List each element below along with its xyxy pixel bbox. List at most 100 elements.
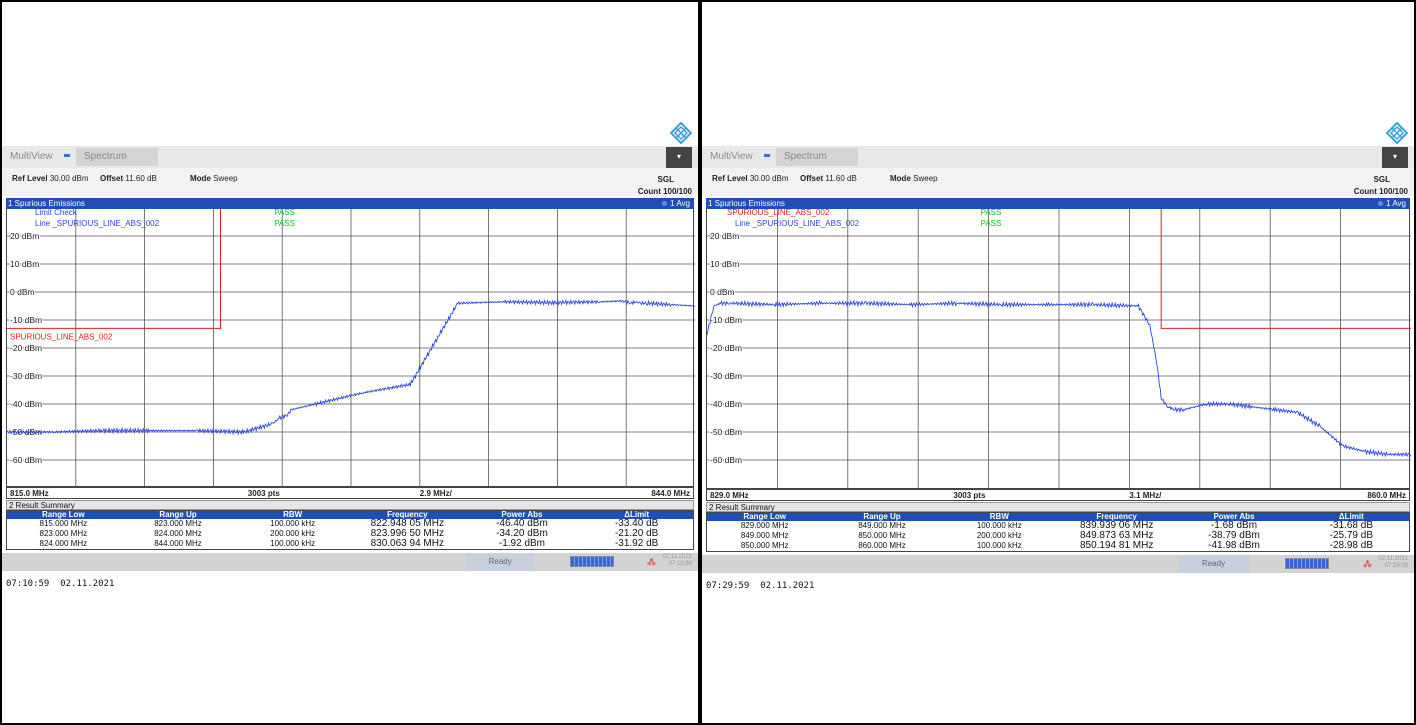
x-axis-footer: 815.0 MHz 3003 pts 2.9 MHz/844.0 MHz: [6, 487, 694, 499]
legend-pass-status: PASS: [981, 209, 1002, 217]
settings-info-bar: Ref Level 30.00 dBm Offset 11.60 dB Mode S…: [702, 168, 1414, 196]
y-tick-label: -10 dBm: [710, 315, 742, 325]
y-tick-label: -60 dBm: [710, 455, 742, 465]
rohde-schwarz-logo-icon: [669, 121, 693, 145]
rohde-schwarz-logo-icon: [1385, 121, 1409, 145]
capture-timestamp: 07:29:59 02.11.2021: [706, 581, 815, 591]
avg-label: 1 Avg: [1386, 199, 1406, 208]
legend-entry: Line _SPURIOUS_LINE_ABS_002: [735, 219, 860, 228]
legend-pass-status: PASS: [274, 219, 295, 228]
spectrum-plot[interactable]: 20 dBm 10 dBm 0 dBm -10 dBm -20 dBm -30 dBm -4…: [706, 209, 1411, 489]
result-summary-frame: [6, 510, 694, 550]
offset-value: 11.60 dB: [125, 174, 157, 183]
progress-bar: [1284, 558, 1329, 569]
x-start-label: 815.0 MHz: [10, 489, 49, 498]
tab-bar: MultiView Spectrum ▾: [2, 146, 698, 169]
single-sweep-indicator: SGL: [1373, 175, 1390, 184]
ref-level[interactable]: Ref Level 30.00 dBm: [712, 174, 789, 183]
sweep-count: Count 100/100: [1353, 187, 1408, 196]
window-title: 1 Spurious Emissions: [8, 199, 85, 208]
tab-spectrum[interactable]: Spectrum: [76, 148, 158, 166]
status-bar: Ready ⁂ 02.11.2021 07:10:59: [2, 553, 698, 571]
settings-info-bar: Ref Level 30.00 dBm Offset 11.60 dB Mode S…: [2, 168, 698, 196]
tab-bar: MultiView Spectrum ▾: [702, 146, 1414, 169]
spectrum-plot[interactable]: 20 dBm 10 dBm 0 dBm -10 dBm -20 dBm -30 dBm -4…: [6, 209, 695, 487]
panel-left: MultiView Spectrum ▾ Ref Level 30.00 dBm Off…: [2, 2, 698, 723]
window-title-bar[interactable]: 1 Spurious Emissions 1 Avg: [706, 198, 1410, 209]
status-datetime: 02.11.2021 07:29:59: [1378, 556, 1408, 570]
sweep-mode[interactable]: Mode Sweep: [890, 174, 938, 183]
menu-dropdown-button[interactable]: ▾: [666, 147, 692, 169]
y-tick-label: 0 dBm: [710, 287, 735, 297]
y-tick-label: 10 dBm: [10, 259, 39, 269]
tab-spectrum[interactable]: Spectrum: [776, 148, 858, 166]
y-tick-label: 20 dBm: [710, 231, 739, 241]
ref-level[interactable]: Ref Level 30.00 dBm: [12, 174, 89, 183]
y-tick-label: 20 dBm: [10, 231, 39, 241]
window-title-bar[interactable]: 1 Spurious Emissions 1 Avg: [6, 198, 694, 209]
status-bar: Ready ⁂ 02.11.2021 07:29:59: [702, 555, 1414, 573]
mode-label: Mode: [190, 174, 211, 183]
legend-pass-status: PASS: [274, 209, 295, 217]
sweep-mode[interactable]: Mode Sweep: [190, 174, 238, 183]
span-per-div-label: 2.9 MHz/: [419, 489, 452, 498]
progress-bar: [570, 556, 615, 567]
tab-multiview[interactable]: MultiView: [10, 151, 53, 162]
legend-entry: Limit Check: [35, 209, 78, 217]
limit-line-label: SPURIOUS_LINE_ABS_002: [10, 332, 113, 341]
result-summary-title: 2 Result Summary: [709, 503, 775, 512]
trace-avg-indicator: 1 Avg: [1378, 198, 1406, 209]
y-tick-label: -40 dBm: [10, 399, 42, 409]
avg-label: 1 Avg: [670, 199, 690, 208]
x-start-label: 829.0 MHz: [710, 491, 749, 500]
status-datetime: 02.11.2021 07:10:59: [662, 554, 692, 568]
status-date: 02.11.2021: [1378, 556, 1408, 562]
points-label: 3003 pts: [953, 491, 986, 500]
y-tick-label: 10 dBm: [710, 259, 739, 269]
result-summary-title: 2 Result Summary: [9, 501, 75, 510]
warning-icon[interactable]: ⁂: [647, 557, 656, 568]
tab-indicator-icon: [764, 154, 770, 157]
y-tick-label: -40 dBm: [710, 399, 742, 409]
y-tick-label: 0 dBm: [10, 287, 35, 297]
capture-timestamp: 07:10:59 02.11.2021: [6, 579, 115, 589]
warning-icon[interactable]: ⁂: [1363, 559, 1372, 570]
legend-entry: Line _SPURIOUS_LINE_ABS_002: [35, 219, 160, 228]
trace-dot-icon: [1378, 201, 1384, 206]
status-ready: Ready: [465, 553, 536, 571]
status-time: 07:10:59: [668, 561, 692, 567]
y-tick-label: -20 dBm: [710, 343, 742, 353]
y-tick-label: -60 dBm: [10, 455, 42, 465]
single-sweep-indicator: SGL: [657, 175, 674, 184]
y-tick-label: -10 dBm: [10, 315, 42, 325]
result-summary-title-bar[interactable]: 2 Result Summary: [706, 502, 1410, 512]
ref-level-label: Ref Level: [712, 174, 748, 183]
offset-value: 11.60 dB: [825, 174, 857, 183]
span-per-div-label: 3.1 MHz/: [1129, 491, 1162, 500]
status-date: 02.11.2021: [662, 554, 692, 560]
spectrum-chart: 20 dBm 10 dBm 0 dBm -10 dBm -20 dBm -30 dBm -4…: [7, 209, 695, 487]
ref-level-label: Ref Level: [12, 174, 48, 183]
x-axis-footer: 829.0 MHz 3003 pts 3.1 MHz/860.0 MHz: [706, 489, 1410, 501]
offset[interactable]: Offset 11.60 dB: [800, 174, 857, 183]
mode-value: Sweep: [913, 174, 938, 183]
menu-dropdown-button[interactable]: ▾: [1382, 147, 1408, 169]
status-time: 07:29:59: [1384, 563, 1408, 569]
ref-level-value: 30.00 dBm: [749, 174, 789, 183]
offset[interactable]: Offset 11.60 dB: [100, 174, 157, 183]
spectrum-chart: 20 dBm 10 dBm 0 dBm -10 dBm -20 dBm -30 dBm -4…: [707, 209, 1411, 489]
trace-dot-icon: [662, 201, 668, 206]
tab-multiview[interactable]: MultiView: [710, 151, 753, 162]
result-summary-frame: [706, 512, 1410, 552]
mode-value: Sweep: [213, 174, 238, 183]
offset-label: Offset: [800, 174, 824, 183]
window-title: 1 Spurious Emissions: [708, 199, 785, 208]
legend-pass-status: PASS: [981, 219, 1002, 228]
result-summary-title-bar[interactable]: 2 Result Summary: [6, 500, 694, 510]
y-tick-label: -50 dBm: [710, 427, 742, 437]
points-label: 3003 pts: [247, 489, 280, 498]
x-stop-label: 844.0 MHz: [651, 489, 690, 498]
y-tick-label: -20 dBm: [10, 343, 42, 353]
trace-avg-indicator: 1 Avg: [662, 198, 690, 209]
mode-label: Mode: [890, 174, 911, 183]
